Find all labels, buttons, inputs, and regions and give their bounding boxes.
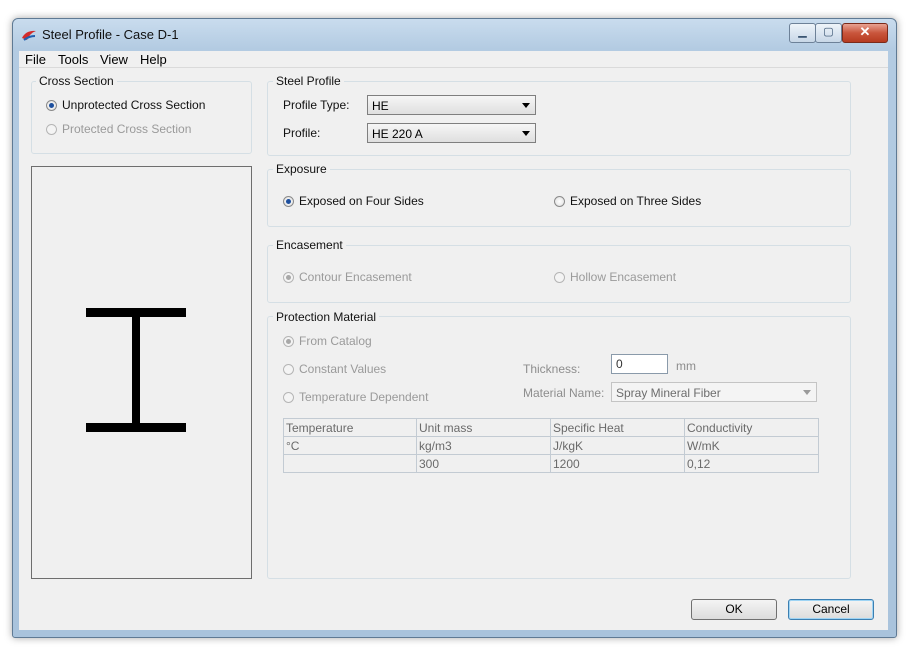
- temperature-dependent-radio[interactable]: Temperature Dependent: [283, 390, 428, 404]
- minimize-icon: ▁: [798, 26, 807, 38]
- menu-help[interactable]: Help: [140, 52, 167, 67]
- protected-cross-section-radio[interactable]: Protected Cross Section: [46, 122, 191, 136]
- i-beam-icon: [86, 308, 186, 432]
- radio-label: Contour Encasement: [299, 270, 412, 284]
- material-properties-table: Temperature Unit mass Specific Heat Cond…: [283, 418, 819, 473]
- dialog-client-area: Cross Section Unprotected Cross Section …: [19, 68, 888, 630]
- radio-dot: [283, 363, 294, 375]
- table-cell: °C: [283, 436, 417, 455]
- ok-button[interactable]: OK: [691, 599, 777, 620]
- chevron-down-icon: [522, 131, 530, 136]
- profile-type-dropdown[interactable]: HE: [367, 95, 536, 115]
- exposed-three-sides-radio[interactable]: Exposed on Three Sides: [554, 194, 701, 208]
- table-header-cell: Unit mass: [416, 418, 551, 437]
- menu-tools[interactable]: Tools: [58, 52, 88, 67]
- radio-label: Hollow Encasement: [570, 270, 677, 284]
- material-name-value: Spray Mineral Fiber: [616, 386, 721, 400]
- maximize-icon: ▢: [823, 26, 834, 38]
- chevron-down-icon: [803, 390, 811, 395]
- radio-dot: [554, 271, 565, 283]
- thickness-unit: mm: [676, 359, 696, 373]
- menu-view[interactable]: View: [100, 52, 128, 67]
- cross-section-title: Cross Section: [36, 74, 117, 88]
- radio-label: From Catalog: [299, 334, 372, 348]
- table-cell: J/kgK: [550, 436, 685, 455]
- radio-dot: [283, 335, 294, 347]
- exposure-title: Exposure: [273, 162, 330, 176]
- profile-value: HE 220 A: [372, 127, 423, 141]
- steel-profile-title: Steel Profile: [273, 74, 344, 88]
- material-name-dropdown[interactable]: Spray Mineral Fiber: [611, 382, 817, 402]
- contour-encasement-radio[interactable]: Contour Encasement: [283, 270, 412, 284]
- close-button[interactable]: ✕: [842, 23, 888, 43]
- profile-type-value: HE: [372, 99, 389, 113]
- radio-label: Exposed on Three Sides: [570, 194, 702, 208]
- radio-dot: [46, 99, 57, 111]
- table-cell: kg/m3: [416, 436, 551, 455]
- radio-dot: [46, 123, 57, 135]
- cancel-button[interactable]: Cancel: [788, 599, 874, 620]
- table-cell: 0,12: [684, 454, 819, 473]
- radio-label: Temperature Dependent: [299, 390, 429, 404]
- profile-type-label: Profile Type:: [283, 98, 350, 112]
- thickness-input[interactable]: 0: [611, 354, 668, 374]
- steel-profile-group: [267, 81, 851, 156]
- maximize-button[interactable]: ▢: [815, 23, 842, 43]
- table-header-cell: Temperature: [283, 418, 417, 437]
- hollow-encasement-radio[interactable]: Hollow Encasement: [554, 270, 676, 284]
- title-bar[interactable]: Steel Profile - Case D-1 ▁ ▢ ✕: [13, 19, 896, 51]
- table-header-row: Temperature Unit mass Specific Heat Cond…: [283, 418, 819, 437]
- cross-section-group: [31, 81, 252, 154]
- exposed-four-sides-radio[interactable]: Exposed on Four Sides: [283, 194, 424, 208]
- table-cell: [283, 454, 417, 473]
- profile-dropdown[interactable]: HE 220 A: [367, 123, 536, 143]
- profile-label: Profile:: [283, 126, 321, 140]
- table-row: 300 1200 0,12: [283, 454, 819, 473]
- radio-dot: [283, 195, 294, 207]
- constant-values-radio[interactable]: Constant Values: [283, 362, 386, 376]
- material-name-label: Material Name:: [523, 386, 605, 400]
- close-icon: ✕: [859, 24, 871, 39]
- radio-dot: [283, 271, 294, 283]
- radio-label: Constant Values: [299, 362, 387, 376]
- protection-material-title: Protection Material: [273, 310, 380, 324]
- table-header-cell: Specific Heat: [550, 418, 685, 437]
- unprotected-cross-section-radio[interactable]: Unprotected Cross Section: [46, 98, 205, 112]
- radio-label: Unprotected Cross Section: [62, 98, 206, 112]
- table-cell: W/mK: [684, 436, 819, 455]
- encasement-title: Encasement: [273, 238, 346, 252]
- thickness-label: Thickness:: [523, 362, 581, 376]
- app-logo-icon: [22, 30, 36, 41]
- minimize-button[interactable]: ▁: [789, 23, 816, 43]
- radio-dot: [554, 195, 565, 207]
- table-header-cell: Conductivity: [684, 418, 819, 437]
- table-cell: 300: [416, 454, 551, 473]
- radio-dot: [283, 391, 294, 403]
- menu-file[interactable]: File: [25, 52, 46, 67]
- table-cell: 1200: [550, 454, 685, 473]
- window-title: Steel Profile - Case D-1: [42, 27, 179, 42]
- radio-label: Protected Cross Section: [62, 122, 192, 136]
- table-row: °C kg/m3 J/kgK W/mK: [283, 436, 819, 455]
- radio-label: Exposed on Four Sides: [299, 194, 424, 208]
- menu-bar: File Tools View Help: [19, 51, 888, 68]
- chevron-down-icon: [522, 103, 530, 108]
- profile-preview-pane: [31, 166, 252, 579]
- from-catalog-radio[interactable]: From Catalog: [283, 334, 372, 348]
